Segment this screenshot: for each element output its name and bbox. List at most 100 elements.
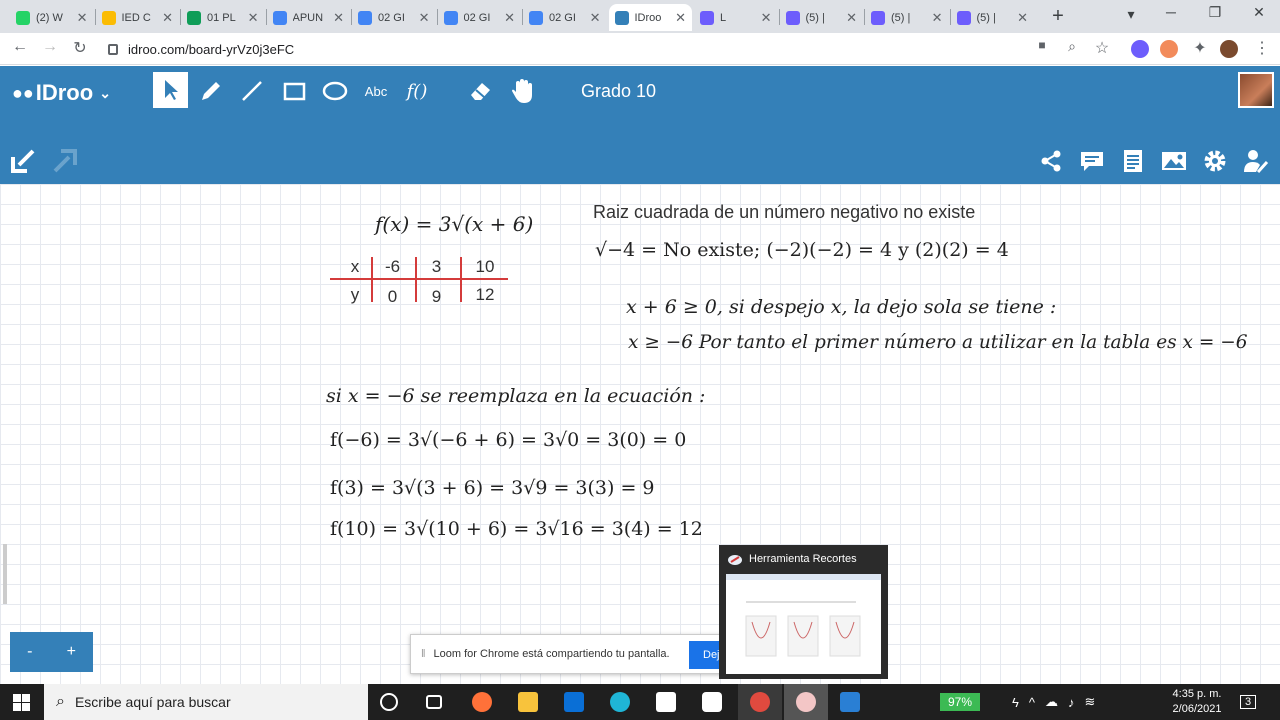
scissors-icon — [728, 555, 742, 565]
cortana-icon[interactable] — [380, 693, 398, 711]
chevron-up-icon[interactable]: ^ — [1029, 695, 1035, 710]
pan-tool-button[interactable] — [507, 76, 537, 106]
tab-favicon-icon — [187, 10, 201, 25]
browser-tab[interactable]: 01 PL ✕ — [181, 4, 265, 31]
tab-favicon-icon — [700, 10, 714, 25]
tab-close-icon[interactable]: ✕ — [1017, 10, 1028, 26]
extensions-puzzle-icon[interactable]: ✦ — [1190, 38, 1210, 58]
image-button[interactable] — [1160, 146, 1188, 176]
new-tab-button[interactable]: + — [1048, 5, 1068, 28]
windows-start-icon[interactable] — [13, 694, 30, 711]
mail-icon[interactable] — [564, 692, 584, 712]
loom-extension-icon[interactable] — [1160, 40, 1178, 58]
browser-tab[interactable]: 02 GI ✕ — [352, 4, 436, 31]
profile-avatar[interactable] — [1220, 40, 1238, 58]
arrow-down-left-icon — [11, 149, 35, 173]
browser-tab[interactable]: (5) | ✕ — [951, 4, 1035, 31]
cloud-icon[interactable]: ☁ — [1045, 694, 1058, 710]
tab-close-icon[interactable]: ✕ — [419, 10, 430, 26]
user-avatar[interactable] — [1238, 72, 1274, 108]
tab-favicon-icon — [101, 10, 116, 25]
tab-close-icon[interactable]: ✕ — [846, 10, 857, 26]
image-icon — [1162, 152, 1186, 170]
volume-icon[interactable]: ♪ — [1068, 695, 1075, 710]
browser-tab[interactable]: APUN ✕ — [267, 4, 351, 31]
minimize-icon[interactable]: ─ — [1160, 4, 1182, 20]
drag-handle-icon[interactable]: ‖ — [421, 648, 426, 660]
snipping-tool-taskbar-button[interactable] — [784, 684, 828, 720]
document-button[interactable] — [1119, 146, 1147, 176]
text-tool-button[interactable]: Abc — [361, 76, 391, 106]
ellipse-tool-button[interactable] — [320, 76, 350, 106]
zoom-out-button[interactable]: - — [27, 643, 32, 661]
notification-center[interactable]: 3 — [1240, 684, 1257, 720]
file-explorer-icon[interactable] — [518, 692, 538, 712]
table-cell: 12 — [475, 285, 495, 304]
table-cell: 3 — [431, 257, 442, 276]
photos-icon[interactable] — [840, 692, 860, 712]
extension-icon[interactable] — [1131, 40, 1149, 58]
chrome-taskbar-button[interactable] — [738, 684, 782, 720]
collapse-toolbar-button[interactable] — [8, 146, 38, 176]
tab-close-icon[interactable]: ✕ — [162, 10, 173, 26]
battery-indicator[interactable]: 97% — [940, 684, 981, 720]
task-view-icon[interactable] — [426, 695, 442, 709]
snipping-tool-preview[interactable]: Herramienta Recortes — [719, 545, 888, 679]
scroll-indicator[interactable] — [3, 544, 7, 604]
address-bar[interactable]: idroo.com/board-yrVz0j3eFC — [100, 36, 1120, 62]
board-name[interactable]: Grado 10 — [581, 81, 656, 102]
tab-close-icon[interactable]: ✕ — [333, 10, 344, 26]
rectangle-tool-button[interactable] — [279, 76, 309, 106]
idroo-logo[interactable]: ●● IDroo ⌄ — [12, 80, 111, 106]
browser-tab[interactable]: (5) | ✕ — [865, 4, 949, 31]
charging-icon[interactable]: ϟ — [1012, 695, 1019, 710]
line-tool-button[interactable] — [237, 76, 267, 106]
share-button[interactable] — [1037, 146, 1065, 176]
zoom-in-button[interactable]: + — [67, 643, 76, 661]
zoom-icon[interactable]: ⌕ — [1062, 38, 1082, 55]
tab-close-icon[interactable]: ✕ — [761, 10, 772, 26]
browser-tab[interactable]: L ✕ — [694, 4, 778, 31]
camera-icon[interactable]: ■ — [1032, 38, 1052, 52]
select-tool-button[interactable] — [153, 72, 188, 108]
forward-icon[interactable]: → — [40, 38, 60, 56]
edge-icon[interactable] — [610, 692, 630, 712]
browser-tab[interactable]: 02 GI ✕ — [523, 4, 607, 31]
browser-tab[interactable]: IDroo ✕ — [608, 4, 692, 31]
firefox-icon[interactable] — [472, 692, 492, 712]
pen-tool-button[interactable] — [196, 76, 226, 106]
browser-tab[interactable]: 02 GI ✕ — [438, 4, 522, 31]
clock[interactable]: 4:35 p. m. 2/06/2021 — [1168, 684, 1226, 720]
close-window-icon[interactable]: ✕ — [1248, 4, 1270, 21]
function-tool-button[interactable]: f() — [402, 76, 432, 106]
whiteboard-canvas[interactable]: f(x) = 3√(x + 6) x y -6 3 10 0 9 12 Raiz… — [0, 184, 1280, 684]
bookmark-star-icon[interactable]: ☆ — [1092, 38, 1112, 58]
tab-search-icon[interactable]: ▾ — [1120, 6, 1142, 23]
tab-close-icon[interactable]: ✕ — [590, 10, 601, 26]
settings-button[interactable] — [1201, 146, 1229, 176]
tab-close-icon[interactable]: ✕ — [504, 10, 515, 26]
browser-tab[interactable]: (2) W ✕ — [10, 4, 94, 31]
expand-toolbar-button[interactable] — [50, 146, 80, 176]
eraser-tool-button[interactable] — [466, 76, 496, 106]
menu-icon[interactable]: ⋮ — [1252, 38, 1272, 58]
back-icon[interactable]: ← — [10, 38, 30, 56]
wifi-icon[interactable]: ≋ — [1085, 694, 1096, 710]
tab-close-icon[interactable]: ✕ — [675, 10, 686, 26]
tab-close-icon[interactable]: ✕ — [77, 10, 88, 26]
tab-close-icon[interactable]: ✕ — [248, 10, 259, 26]
tab-close-icon[interactable]: ✕ — [932, 10, 943, 26]
user-settings-button[interactable] — [1242, 146, 1270, 176]
browser-tab[interactable]: (5) | ✕ — [780, 4, 864, 31]
tab-favicon-icon — [358, 10, 372, 25]
restore-icon[interactable]: ❐ — [1204, 4, 1226, 21]
taskbar-search-box[interactable]: ⌕ Escribe aquí para buscar — [44, 684, 368, 720]
reload-icon[interactable]: ↻ — [70, 38, 90, 58]
browser-tab[interactable]: IED C ✕ — [96, 4, 180, 31]
notification-count: 3 — [1240, 695, 1257, 709]
evaluation-line: f(−6) = 3√(−6 + 6) = 3√0 = 3(0) = 0 — [330, 429, 687, 451]
tab-label: 02 GI — [378, 11, 405, 24]
store-icon[interactable] — [656, 692, 676, 712]
app-icon[interactable] — [702, 692, 722, 712]
chat-button[interactable] — [1078, 146, 1106, 176]
